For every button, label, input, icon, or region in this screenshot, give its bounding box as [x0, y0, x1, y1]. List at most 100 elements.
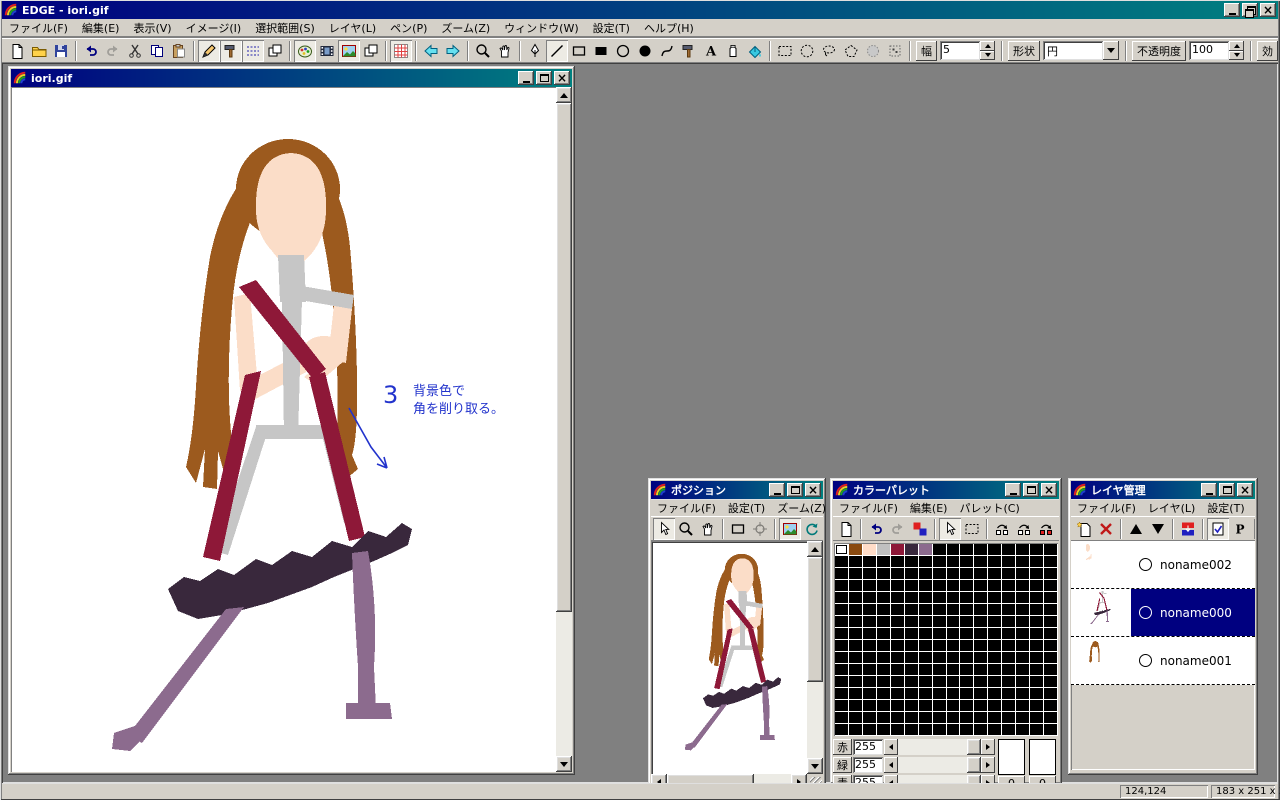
- palette-cell[interactable]: [1044, 676, 1057, 687]
- palette-cell[interactable]: [1002, 676, 1015, 687]
- palette-cell[interactable]: [835, 688, 848, 699]
- palette-cell[interactable]: [933, 568, 946, 579]
- palette-cell[interactable]: [835, 664, 848, 675]
- copy-button[interactable]: [146, 40, 168, 62]
- palette-cell[interactable]: [960, 544, 973, 555]
- minimize-button[interactable]: [518, 71, 534, 85]
- scroll-up-button[interactable]: [807, 541, 823, 557]
- merge-layers-button[interactable]: [1177, 518, 1199, 540]
- spray-select-button[interactable]: [862, 40, 884, 62]
- layer-row[interactable]: noname002: [1071, 541, 1255, 589]
- palette-cell[interactable]: [1044, 724, 1057, 735]
- menu-view[interactable]: 表示(V): [126, 18, 178, 38]
- palette-cell[interactable]: [988, 712, 1001, 723]
- layer-radio[interactable]: [1139, 558, 1152, 571]
- palette-cell[interactable]: [960, 628, 973, 639]
- slider-thumb[interactable]: [967, 757, 981, 773]
- palette-cell[interactable]: [1030, 724, 1043, 735]
- lasso-button[interactable]: [818, 40, 840, 62]
- palette-cell[interactable]: [947, 700, 960, 711]
- palette-cell[interactable]: [1030, 616, 1043, 627]
- palette-cell[interactable]: [877, 640, 890, 651]
- palette-cell[interactable]: [905, 652, 918, 663]
- redo-button[interactable]: [887, 518, 909, 540]
- palette-cell[interactable]: [1044, 616, 1057, 627]
- palette-cell[interactable]: [891, 712, 904, 723]
- scroll-down-button[interactable]: [807, 758, 823, 774]
- palette-cell[interactable]: [891, 628, 904, 639]
- palette-cell[interactable]: [988, 640, 1001, 651]
- palette-cell[interactable]: [988, 580, 1001, 591]
- layer-label[interactable]: noname002: [1131, 541, 1255, 588]
- close-button[interactable]: ×: [1260, 3, 1276, 17]
- palette-cell[interactable]: [877, 592, 890, 603]
- palette-cell[interactable]: [835, 676, 848, 687]
- position-titlebar[interactable]: ポジション ×: [651, 481, 823, 499]
- palette-cell[interactable]: [905, 640, 918, 651]
- palette-cell[interactable]: [947, 592, 960, 603]
- palette-cell[interactable]: [1002, 604, 1015, 615]
- palette-cell[interactable]: [988, 592, 1001, 603]
- palette-cell[interactable]: [891, 652, 904, 663]
- edit-structure-button[interactable]: [220, 40, 242, 62]
- palette-cell[interactable]: [960, 580, 973, 591]
- pen-width-value[interactable]: 5: [940, 41, 980, 60]
- palette-cell[interactable]: [933, 628, 946, 639]
- palette-cell[interactable]: [1016, 604, 1029, 615]
- palette-cell[interactable]: [1016, 592, 1029, 603]
- palette-cell[interactable]: [1002, 568, 1015, 579]
- palette-cell[interactable]: [988, 604, 1001, 615]
- edit-pixels-button[interactable]: [198, 40, 220, 62]
- filled-rect-tool-button[interactable]: [590, 40, 612, 62]
- red-slider[interactable]: [884, 739, 995, 755]
- slider-track[interactable]: [898, 739, 981, 755]
- palette-cell[interactable]: [933, 664, 946, 675]
- palette-cell[interactable]: [835, 580, 848, 591]
- palette-cell[interactable]: [1030, 592, 1043, 603]
- menu-palette[interactable]: パレット(C): [953, 499, 1025, 517]
- palette-cell[interactable]: [835, 640, 848, 651]
- palette-cell[interactable]: [849, 628, 862, 639]
- menu-file[interactable]: ファイル(F): [1071, 499, 1142, 517]
- menu-settings[interactable]: 設定(T): [722, 499, 771, 517]
- palette-cell[interactable]: [988, 724, 1001, 735]
- palette-cell[interactable]: [891, 568, 904, 579]
- palette-cell[interactable]: [905, 544, 918, 555]
- palette-cell[interactable]: [877, 604, 890, 615]
- open-file-button[interactable]: [28, 40, 50, 62]
- palette-cell[interactable]: [1044, 580, 1057, 591]
- paste-button[interactable]: [168, 40, 190, 62]
- palette-cell[interactable]: [933, 580, 946, 591]
- palette-cell[interactable]: [933, 712, 946, 723]
- animation-window-button[interactable]: [316, 40, 338, 62]
- menu-edit[interactable]: 編集(E): [75, 18, 127, 38]
- palette-cell[interactable]: [891, 676, 904, 687]
- palette-cell[interactable]: [863, 580, 876, 591]
- palette-cell[interactable]: [891, 700, 904, 711]
- rect-tool-button[interactable]: [568, 40, 590, 62]
- palette-cell[interactable]: [849, 712, 862, 723]
- palette-cell[interactable]: [1016, 664, 1029, 675]
- menu-pen[interactable]: ペン(P): [383, 18, 434, 38]
- palette-cell[interactable]: [849, 652, 862, 663]
- palette-cell[interactable]: [905, 664, 918, 675]
- palette-cell[interactable]: [974, 556, 987, 567]
- palette-cell[interactable]: [877, 712, 890, 723]
- palette-cell[interactable]: [891, 556, 904, 567]
- hand-tool-button[interactable]: [494, 40, 516, 62]
- palette-cell[interactable]: [1044, 568, 1057, 579]
- palette-cell[interactable]: [947, 640, 960, 651]
- palette-cell[interactable]: [863, 616, 876, 627]
- palette-cell[interactable]: [960, 568, 973, 579]
- tile-pattern-button[interactable]: [242, 40, 264, 62]
- palette-cell[interactable]: [835, 616, 848, 627]
- restore-button[interactable]: [1242, 3, 1258, 17]
- pen-shape-dropdown[interactable]: 円: [1043, 41, 1119, 60]
- palette-cell[interactable]: [835, 544, 848, 555]
- decrease-button[interactable]: [884, 757, 898, 773]
- spin-down-button[interactable]: [1229, 51, 1244, 61]
- palette-cell[interactable]: [891, 688, 904, 699]
- palette-cell[interactable]: [877, 628, 890, 639]
- crosshair-button[interactable]: [749, 518, 771, 540]
- minimize-button[interactable]: [1201, 483, 1217, 497]
